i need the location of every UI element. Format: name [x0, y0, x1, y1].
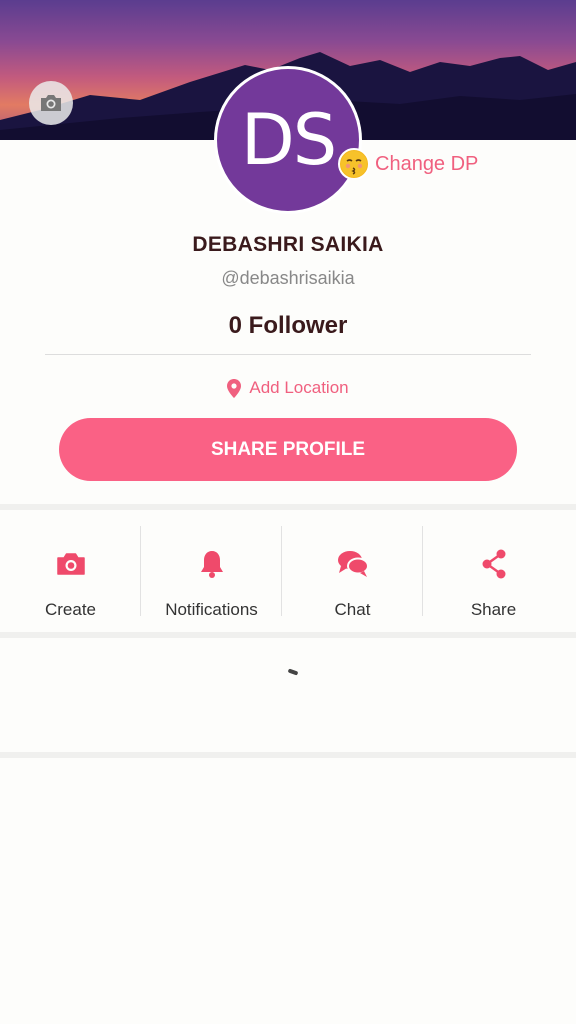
change-dp-button[interactable]: Change DP — [338, 148, 478, 180]
follower-count[interactable]: 0 Follower — [0, 312, 576, 340]
section-divider — [0, 632, 576, 638]
create-action[interactable]: Create — [0, 512, 141, 632]
action-label: Notifications — [165, 600, 258, 619]
profile-handle: @debashrisaikia — [221, 268, 355, 288]
avatar-initials: DS — [240, 99, 337, 181]
share-profile-button[interactable]: SHARE PROFILE — [59, 418, 517, 481]
profile-avatar[interactable]: DS — [214, 66, 362, 214]
profile-name: DEBASHRI SAIKIA — [192, 233, 384, 256]
action-label: Share — [470, 600, 517, 619]
action-label: Chat — [334, 600, 371, 619]
change-dp-label: Change DP — [375, 152, 479, 175]
chat-action[interactable]: Chat — [282, 512, 423, 632]
kissing-face-icon — [338, 148, 370, 180]
share-action[interactable]: Share — [423, 512, 564, 632]
location-pin-icon — [227, 378, 242, 398]
chat-icon — [337, 551, 369, 577]
add-location-button[interactable]: Add Location — [0, 376, 576, 400]
bell-icon — [200, 551, 223, 578]
loading-indicator — [287, 668, 299, 676]
notifications-action[interactable]: Notifications — [141, 512, 282, 632]
camera-icon — [56, 553, 85, 575]
profile-page: DS Change DP DEBASHRI SAIKIA @debashrisa… — [0, 0, 576, 1024]
action-bar: Create Notifications Chat Share — [0, 512, 576, 632]
add-location-label: Add Location — [249, 378, 349, 397]
section-divider — [0, 752, 576, 758]
camera-icon — [41, 95, 61, 111]
change-cover-button[interactable] — [29, 81, 73, 125]
share-icon — [482, 549, 505, 579]
divider — [45, 354, 531, 355]
section-divider — [0, 504, 576, 510]
action-label: Create — [44, 600, 97, 619]
